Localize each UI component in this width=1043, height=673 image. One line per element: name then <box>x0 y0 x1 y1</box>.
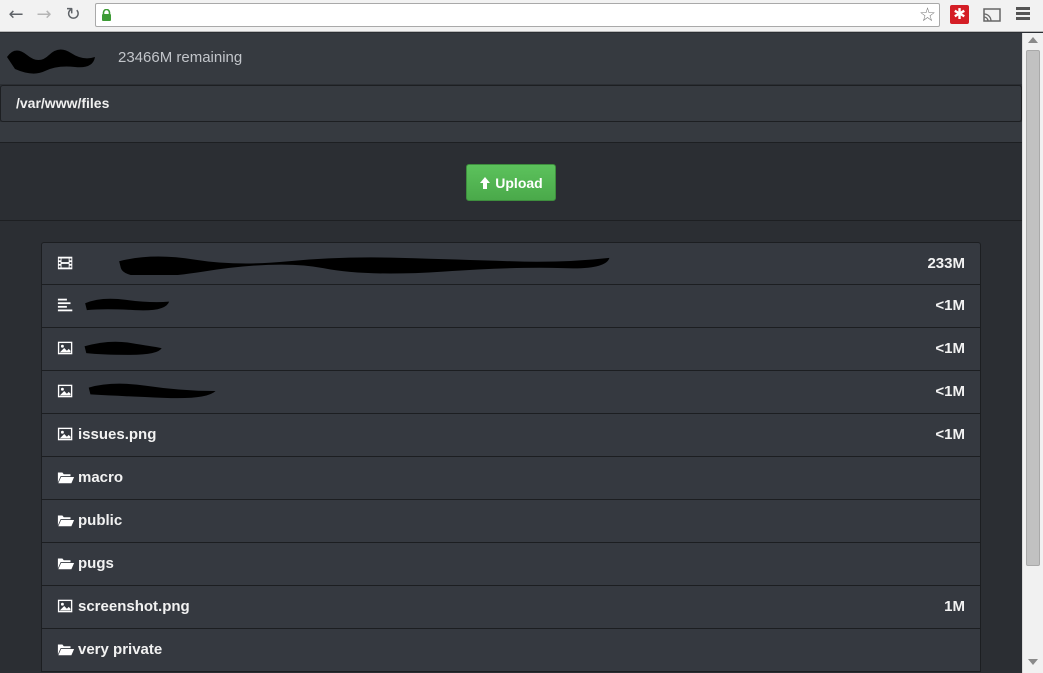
cast-icon[interactable] <box>983 8 1001 22</box>
hamburger-menu-icon[interactable] <box>1016 7 1030 23</box>
address-bar[interactable]: ☆ <box>95 3 940 27</box>
redacted-filename <box>85 298 170 311</box>
file-row[interactable]: public <box>41 500 981 543</box>
storage-remaining: 23466M remaining <box>118 49 243 66</box>
page-header: 23466M remaining <box>0 33 1022 84</box>
breadcrumb: /var/www/files <box>0 85 1022 122</box>
file-row[interactable]: macro <box>41 457 981 500</box>
file-row[interactable]: very private <box>41 629 981 672</box>
image-icon <box>57 427 73 441</box>
star-icon[interactable]: ☆ <box>919 4 936 26</box>
scroll-thumb[interactable] <box>1026 50 1040 566</box>
header-divider <box>0 122 1022 143</box>
file-list: 233M <1M <1M <1M issues.png <1M macro public pug… <box>41 242 981 672</box>
file-row[interactable]: <1M <box>41 371 981 414</box>
redacted-filename <box>88 383 216 399</box>
file-row[interactable]: <1M <box>41 328 981 371</box>
scrollbar[interactable] <box>1022 33 1043 673</box>
lock-icon <box>102 9 111 21</box>
file-name[interactable]: public <box>78 512 122 529</box>
file-row[interactable]: pugs <box>41 543 981 586</box>
text-file-icon <box>57 298 73 312</box>
file-row[interactable]: issues.png <1M <box>41 414 981 457</box>
browser-toolbar: ← → ↻ ☆ ✱ <box>0 0 1043 32</box>
reload-icon[interactable]: ↻ <box>61 4 85 26</box>
file-size: 233M <box>927 255 965 272</box>
upload-label: Upload <box>495 174 543 191</box>
film-icon <box>57 256 73 270</box>
file-size: <1M <box>935 426 965 443</box>
file-name[interactable]: issues.png <box>78 426 156 443</box>
file-name[interactable]: macro <box>78 469 123 486</box>
redacted-filename <box>84 341 162 355</box>
upload-section: Upload <box>0 143 1022 221</box>
forward-arrow-icon[interactable]: → <box>32 4 56 26</box>
image-icon <box>57 599 73 613</box>
file-size: <1M <box>935 297 965 314</box>
file-row[interactable]: screenshot.png 1M <box>41 586 981 629</box>
file-row[interactable]: <1M <box>41 285 981 328</box>
file-name[interactable]: pugs <box>78 555 114 572</box>
current-path: /var/www/files <box>16 95 110 111</box>
file-size: <1M <box>935 340 965 357</box>
page-viewport: 23466M remaining /var/www/files Upload 2… <box>0 33 1022 673</box>
file-size: 1M <box>944 598 965 615</box>
folder-open-icon <box>57 644 75 656</box>
back-arrow-icon[interactable]: ← <box>4 4 28 26</box>
image-icon <box>57 384 73 398</box>
upload-button[interactable]: Upload <box>466 164 556 201</box>
redacted-filename <box>119 256 610 275</box>
arrow-up-icon <box>480 176 491 189</box>
file-name[interactable]: screenshot.png <box>78 598 190 615</box>
folder-open-icon <box>57 472 75 484</box>
image-icon <box>57 341 73 355</box>
scroll-down-icon[interactable] <box>1028 659 1038 665</box>
file-size: <1M <box>935 383 965 400</box>
scroll-up-icon[interactable] <box>1028 37 1038 43</box>
file-name[interactable]: very private <box>78 641 162 658</box>
folder-open-icon <box>57 515 75 527</box>
folder-open-icon <box>57 558 75 570</box>
file-row[interactable]: 233M <box>41 242 981 285</box>
redacted-logo <box>7 49 95 74</box>
lastpass-icon[interactable]: ✱ <box>950 5 969 24</box>
